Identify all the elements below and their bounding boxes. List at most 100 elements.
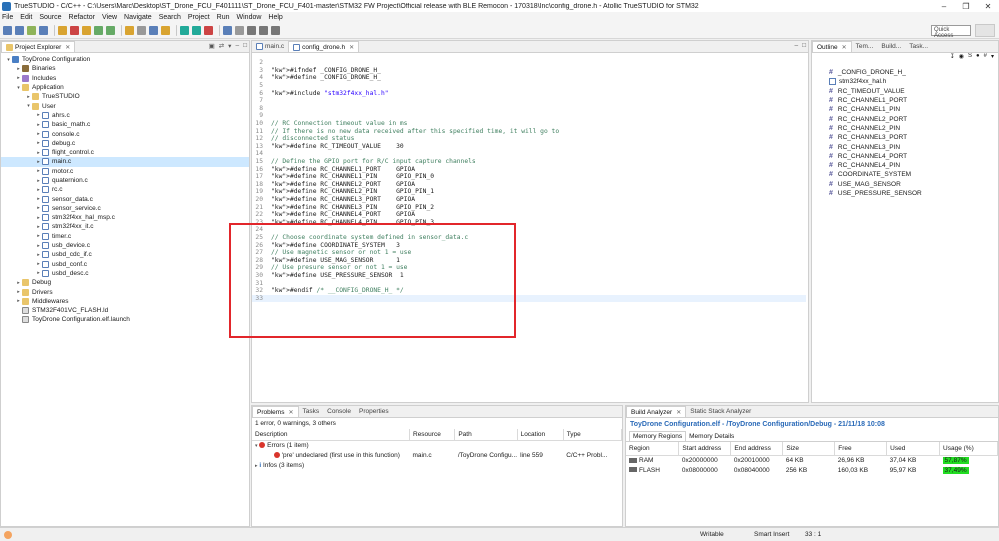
- code-line[interactable]: 21 "kw">#define RC_CHANNEL3_PIN GPIO_PIN_…: [252, 203, 806, 211]
- tree-item-usbd-conf-c[interactable]: ▸ usbd_conf.c: [1, 260, 249, 269]
- tree-item-rc-c[interactable]: ▸ rc.c: [1, 185, 249, 194]
- tree-item-stm32f401vc-flash-ld[interactable]: STM32F401VC_FLASH.ld: [1, 306, 249, 315]
- tree-item-includes[interactable]: ▸ Includes: [1, 74, 249, 83]
- column-header-end-address[interactable]: End address: [730, 442, 784, 456]
- tree-item-sensor-service-c[interactable]: ▸ sensor_service.c: [1, 204, 249, 213]
- tree-item-drivers[interactable]: ▸ Drivers: [1, 287, 249, 296]
- close-button[interactable]: ✕: [977, 0, 999, 12]
- tree-item-ahrs-c[interactable]: ▸ ahrs.c: [1, 111, 249, 120]
- outline-item-use-pressure-sensor[interactable]: # USE_PRESSURE_SENSOR: [812, 189, 998, 198]
- outline-item-rc-channel2-port[interactable]: # RC_CHANNEL2_PORT: [812, 114, 998, 123]
- subtab-memory-regions[interactable]: Memory Regions: [629, 431, 687, 441]
- close-icon[interactable]: ✕: [288, 409, 293, 416]
- tree-item-debug-c[interactable]: ▸ debug.c: [1, 139, 249, 148]
- collapsed-arrow-icon[interactable]: ▸: [15, 289, 22, 295]
- tree-item-stm32f4xx-hal-msp-c[interactable]: ▸ stm32f4xx_hal_msp.c: [1, 213, 249, 222]
- tree-item-usbd-cdc-if-c[interactable]: ▸ usbd_cdc_if.c: [1, 250, 249, 259]
- tab-properties[interactable]: Properties: [355, 406, 393, 417]
- menu-project[interactable]: Project: [188, 14, 210, 21]
- outline-item-rc-channel3-pin[interactable]: # RC_CHANNEL3_PIN: [812, 142, 998, 151]
- toolbar-tool-icon[interactable]: [82, 25, 91, 35]
- maximize-button[interactable]: ❐: [955, 0, 977, 12]
- tab-build-analyzer[interactable]: Build Analyzer ✕: [626, 406, 687, 417]
- column-header-size[interactable]: Size: [782, 442, 836, 456]
- collapsed-arrow-icon[interactable]: ▸: [35, 196, 42, 202]
- close-icon[interactable]: ✕: [842, 44, 847, 51]
- close-icon[interactable]: ✕: [65, 44, 70, 51]
- code-line[interactable]: 22 "kw">#define RC_CHANNEL4_PORT GPIOA: [252, 211, 806, 219]
- tree-item-usbd-desc-c[interactable]: ▸ usbd_desc.c: [1, 269, 249, 278]
- toolbar-tool-icon[interactable]: [94, 25, 103, 35]
- tab-static-stack-analyzer[interactable]: Static Stack Analyzer: [686, 406, 755, 417]
- hide-nonpublic-icon[interactable]: ●: [976, 53, 980, 63]
- quick-access-input[interactable]: Quick Access: [931, 25, 971, 39]
- tree-item-motor-c[interactable]: ▸ motor.c: [1, 167, 249, 176]
- toolbar-tool-icon[interactable]: [235, 25, 244, 35]
- minimize-view-icon[interactable]: –: [235, 42, 239, 50]
- toolbar-tool-icon[interactable]: [137, 25, 146, 35]
- tab-config-drone-h[interactable]: config_drone.h ✕: [288, 41, 360, 52]
- tab-tasks[interactable]: Tasks: [299, 406, 324, 417]
- collapsed-arrow-icon[interactable]: ▸: [35, 122, 42, 128]
- code-line[interactable]: 18 "kw">#define RC_CHANNEL2_PORT GPIOA: [252, 181, 806, 189]
- collapsed-arrow-icon[interactable]: ▸: [35, 233, 42, 239]
- tree-item-usb-device-c[interactable]: ▸ usb_device.c: [1, 241, 249, 250]
- column-header-free[interactable]: Free: [834, 442, 888, 456]
- menu-window[interactable]: Window: [237, 14, 262, 21]
- subtab-memory-details[interactable]: Memory Details: [686, 432, 737, 441]
- minimize-view-icon[interactable]: –: [794, 42, 798, 49]
- collapsed-arrow-icon[interactable]: ▸: [35, 261, 42, 267]
- toolbar-tool-icon[interactable]: [271, 25, 280, 35]
- tree-item-debug[interactable]: ▸ Debug: [1, 278, 249, 287]
- menu-edit[interactable]: Edit: [20, 14, 32, 21]
- outline-item-rc-channel2-pin[interactable]: # RC_CHANNEL2_PIN: [812, 124, 998, 133]
- tree-item-stm32f4xx-it-c[interactable]: ▸ stm32f4xx_it.c: [1, 222, 249, 231]
- column-header-resource[interactable]: Resource: [409, 429, 456, 441]
- outline-item-coordinate-system[interactable]: # COORDINATE_SYSTEM: [812, 170, 998, 179]
- toolbar-tool-icon[interactable]: [192, 25, 201, 35]
- outline-item-rc-channel4-pin[interactable]: # RC_CHANNEL4_PIN: [812, 161, 998, 170]
- tree-item-main-c[interactable]: ▸ main.c: [1, 157, 249, 167]
- expanded-arrow-icon[interactable]: ▾: [5, 57, 12, 63]
- toolbar-tool-icon[interactable]: [161, 25, 170, 35]
- collapsed-arrow-icon[interactable]: ▸: [15, 298, 22, 304]
- code-line[interactable]: 2: [252, 59, 806, 67]
- toolbar-tool-icon[interactable]: [149, 25, 158, 35]
- close-icon[interactable]: ✕: [676, 409, 681, 416]
- outline-item-rc-channel1-pin[interactable]: # RC_CHANNEL1_PIN: [812, 105, 998, 114]
- toolbar-tool-icon[interactable]: [15, 25, 24, 35]
- error-row[interactable]: 'pre' undeclared (first use in this func…: [252, 450, 622, 460]
- collapsed-arrow-icon[interactable]: ▸: [35, 140, 42, 146]
- menu-file[interactable]: File: [2, 14, 13, 21]
- minimize-button[interactable]: –: [933, 0, 955, 12]
- errors-group-row[interactable]: ▾ Errors (1 item): [252, 440, 622, 450]
- menu-view[interactable]: View: [102, 14, 117, 21]
- collapsed-arrow-icon[interactable]: ▸: [35, 243, 42, 249]
- tab-problems[interactable]: Problems ✕: [252, 406, 299, 417]
- tree-item-toydrone-configuration[interactable]: ▾ ToyDrone Configuration: [1, 55, 249, 64]
- collapsed-arrow-icon[interactable]: ▸: [35, 150, 42, 156]
- code-line[interactable]: 3 "kw">#ifndef _CONFIG_DRONE_H_: [252, 67, 806, 75]
- code-line[interactable]: 19 "kw">#define RC_CHANNEL2_PIN GPIO_PIN_…: [252, 188, 806, 196]
- perspective-switcher[interactable]: [975, 24, 995, 37]
- toolbar-tool-icon[interactable]: [204, 25, 213, 35]
- expanded-arrow-icon[interactable]: ▾: [25, 103, 32, 109]
- code-line[interactable]: 4 "kw">#define _CONFIG_DRONE_H_: [252, 74, 806, 82]
- code-line[interactable]: 15 // Define the GPIO port for R/C input …: [252, 158, 806, 166]
- toolbar-tool-icon[interactable]: [125, 25, 134, 35]
- code-line[interactable]: 10 // RC Connection timeout value in ms: [252, 120, 806, 128]
- toolbar-tool-icon[interactable]: [247, 25, 256, 35]
- link-editor-icon[interactable]: ⇄: [219, 42, 224, 50]
- hide-fields-icon[interactable]: ◉: [959, 53, 964, 63]
- collapsed-arrow-icon[interactable]: ▸: [15, 75, 22, 81]
- column-header-location[interactable]: Location: [517, 429, 564, 441]
- outline-item-stm32f4xx-hal-h[interactable]: stm32f4xx_hal.h: [812, 77, 998, 86]
- infos-group-row[interactable]: ▸ i Infos (3 items): [252, 460, 622, 470]
- collapsed-arrow-icon[interactable]: ▸: [35, 215, 42, 221]
- table-row[interactable]: FLASH 0x08000000 0x08040000 256 KB 160,03 KB…: [626, 465, 998, 475]
- tree-item-flight-control-c[interactable]: ▸ flight_control.c: [1, 148, 249, 157]
- tree-item-user[interactable]: ▾ User: [1, 101, 249, 110]
- code-line[interactable]: 11 // If there is no new data received af…: [252, 127, 806, 135]
- collapsed-arrow-icon[interactable]: ▸: [15, 66, 22, 72]
- toolbar-tool-icon[interactable]: [180, 25, 189, 35]
